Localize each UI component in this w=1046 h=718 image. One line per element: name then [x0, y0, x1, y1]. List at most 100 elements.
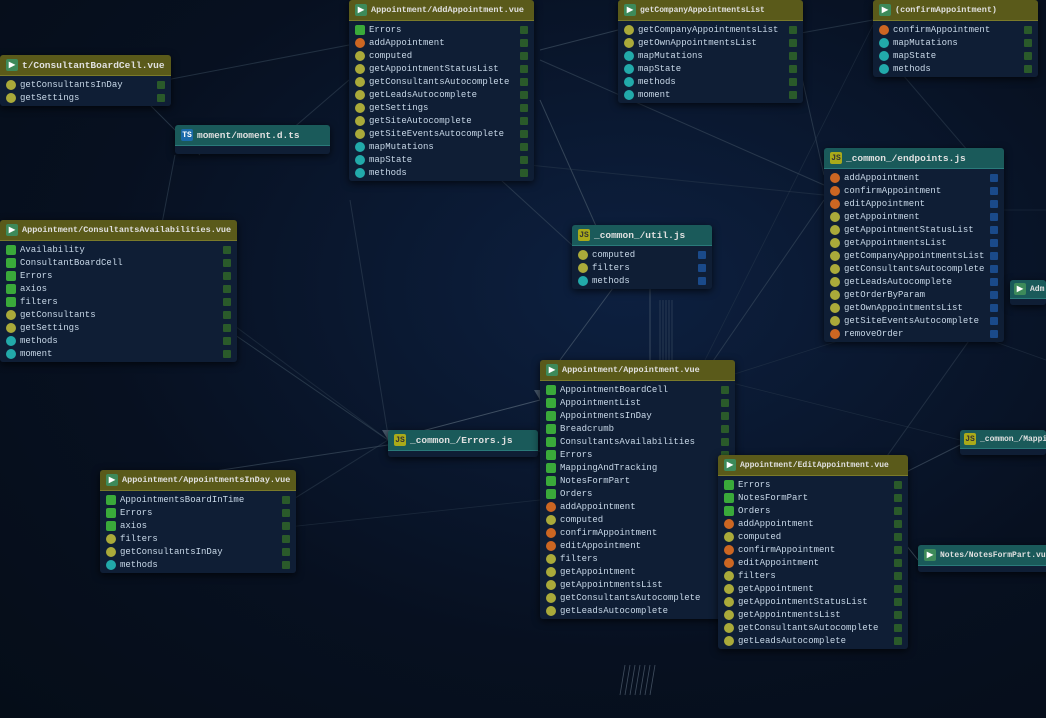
list-item: getSettings: [349, 101, 534, 114]
node-admin[interactable]: ▶ Adm: [1010, 280, 1046, 305]
list-item: filters: [572, 261, 712, 274]
dot-icon: [6, 323, 16, 333]
vue-icon: ▶: [106, 474, 118, 486]
list-item: MappingAndTracking: [540, 461, 735, 474]
list-item: NotesFormPart: [540, 474, 735, 487]
dot-icon: [724, 558, 734, 568]
js-icon: JS: [830, 152, 842, 164]
sq-icon: [6, 258, 16, 268]
node-body-top-right: getCompanyAppointmentsList getOwnAppoint…: [618, 21, 803, 103]
dot-icon: [355, 168, 365, 178]
node-util-js[interactable]: JS _common_/util.js computed filters met…: [572, 225, 712, 289]
list-item: getAppointment: [718, 582, 908, 595]
node-notes-form-part[interactable]: ▶ Notes/NotesFormPart.vue: [918, 545, 1046, 572]
dot-icon: [578, 250, 588, 260]
dot-icon: [724, 532, 734, 542]
list-item: Errors: [0, 269, 237, 282]
list-item: methods: [349, 166, 534, 179]
node-consultants-availabilities[interactable]: ▶ Appointment/ConsultantsAvailabilities.…: [0, 220, 237, 362]
dot-icon: [355, 38, 365, 48]
node-body-endpoints-js: addAppointment confirmAppointment editAp…: [824, 169, 1004, 342]
dot-icon: [830, 212, 840, 222]
node-top-far-right[interactable]: ▶ (confirmAppointment) confirmAppointmen…: [873, 0, 1038, 77]
list-item: getSettings: [0, 91, 171, 104]
dot-icon: [6, 336, 16, 346]
list-item: getOwnAppointmentsList: [824, 301, 1004, 314]
js-icon: JS: [578, 229, 590, 241]
list-item: confirmAppointment: [824, 184, 1004, 197]
js-icon: JS: [394, 434, 406, 446]
sq-icon: [546, 463, 556, 473]
sq-icon: [6, 271, 16, 281]
dot-icon: [546, 502, 556, 512]
list-item: mapState: [349, 153, 534, 166]
node-body-moment: [175, 146, 330, 154]
list-item: mapMutations: [873, 36, 1038, 49]
node-body-appointment-vue: AppointmentBoardCell AppointmentList App…: [540, 381, 735, 619]
node-appointment-vue[interactable]: ▶ Appointment/Appointment.vue Appointmen…: [540, 360, 735, 619]
sq-icon: [724, 480, 734, 490]
sq-icon: [546, 489, 556, 499]
sq-icon: [6, 284, 16, 294]
list-item: Errors: [540, 448, 735, 461]
vue-icon: ▶: [624, 4, 636, 16]
dot-icon: [879, 64, 889, 74]
list-item: getConsultants: [0, 308, 237, 321]
dot-icon: [624, 77, 634, 87]
dot-icon: [6, 93, 16, 103]
node-top-right[interactable]: ▶ getCompanyAppointmentsList getCompanyA…: [618, 0, 803, 103]
dot-icon: [546, 528, 556, 538]
dot-icon: [355, 77, 365, 87]
node-body-add-appointment: Errors addAppointment computed getAppoin…: [349, 21, 534, 181]
dot-icon: [830, 225, 840, 235]
node-edit-appointment[interactable]: ▶ Appointment/EditAppointment.vue Errors…: [718, 455, 908, 649]
list-item: axios: [0, 282, 237, 295]
list-item: AppointmentsInDay: [540, 409, 735, 422]
dot-icon: [830, 303, 840, 313]
dot-icon: [724, 610, 734, 620]
dot-icon: [546, 515, 556, 525]
list-item: filters: [540, 552, 735, 565]
dot-icon: [6, 310, 16, 320]
list-item: getSiteEventsAutocomplete: [349, 127, 534, 140]
list-item: Breadcrumb: [540, 422, 735, 435]
list-item: moment: [618, 88, 803, 101]
dot-icon: [355, 90, 365, 100]
sq-icon: [546, 476, 556, 486]
dot-icon: [830, 173, 840, 183]
node-consultant-board-cell[interactable]: ▶ t/ConsultantBoardCell.vue getConsultan…: [0, 55, 171, 106]
dot-icon: [724, 636, 734, 646]
list-item: getLeadsAutocomplete: [349, 88, 534, 101]
node-header-appointment-vue: ▶ Appointment/Appointment.vue: [540, 360, 735, 381]
vue-icon: ▶: [924, 549, 936, 561]
node-mapping[interactable]: JS _common_/MappingA: [960, 430, 1046, 455]
list-item: getAppointmentsList: [824, 236, 1004, 249]
list-item: getLeadsAutocomplete: [540, 604, 735, 617]
list-item: getLeadsAutocomplete: [824, 275, 1004, 288]
dot-icon: [879, 25, 889, 35]
node-endpoints-js[interactable]: JS _common_/endpoints.js addAppointment …: [824, 148, 1004, 342]
dot-icon: [355, 129, 365, 139]
list-item: getLeadsAutocomplete: [718, 634, 908, 647]
vue-icon: ▶: [546, 364, 558, 376]
list-item: methods: [618, 75, 803, 88]
dot-icon: [546, 541, 556, 551]
node-moment[interactable]: TS moment/moment.d.ts: [175, 125, 330, 154]
node-errors-js[interactable]: JS _common_/Errors.js: [388, 430, 538, 457]
node-appointments-in-day[interactable]: ▶ Appointment/AppointmentsInDay.vue Appo…: [100, 470, 296, 573]
list-item: methods: [873, 62, 1038, 75]
list-item: getConsultantsAutocomplete: [824, 262, 1004, 275]
sq-icon: [546, 450, 556, 460]
node-body-consultant-board-cell: getConsultantsInDay getSettings: [0, 76, 171, 106]
dot-icon: [724, 519, 734, 529]
list-item: getOrderByParam: [824, 288, 1004, 301]
list-item: filters: [718, 569, 908, 582]
dot-icon: [578, 276, 588, 286]
sq-icon: [546, 398, 556, 408]
node-header-endpoints-js: JS _common_/endpoints.js: [824, 148, 1004, 169]
node-body-notes-form-part: [918, 566, 1046, 572]
node-add-appointment[interactable]: ▶ Appointment/AddAppointment.vue Errors …: [349, 0, 534, 181]
list-item: editAppointment: [540, 539, 735, 552]
list-item: mapState: [873, 49, 1038, 62]
list-item: ConsultantsAvailabilities: [540, 435, 735, 448]
